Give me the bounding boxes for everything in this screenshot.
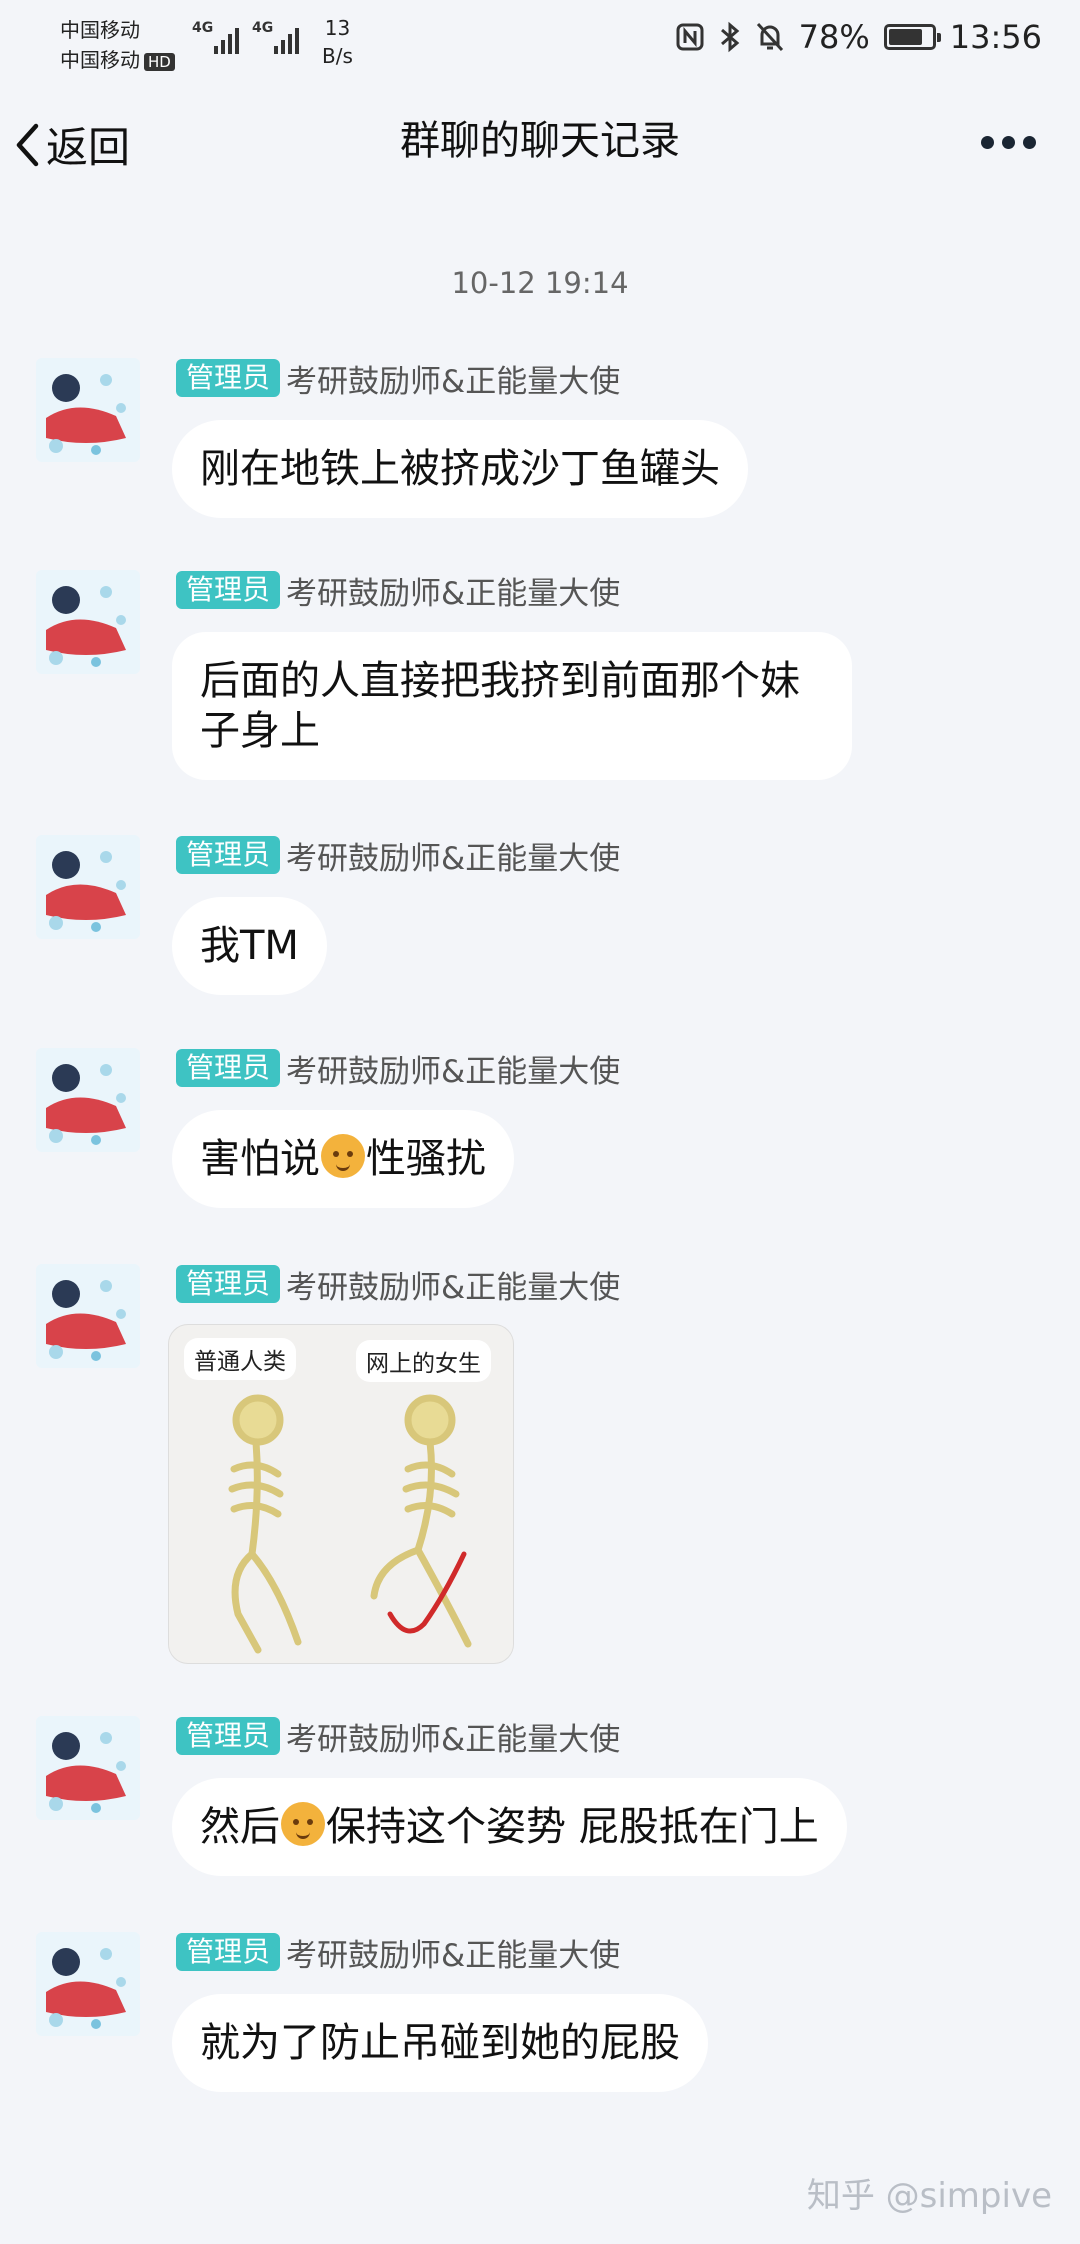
admin-badge: 管理员	[176, 1717, 281, 1755]
message-meta: 管理员 考研鼓励师&正能量大使	[176, 1716, 621, 1758]
sender-name: 考研鼓励师&正能量大使	[286, 840, 621, 877]
message-meta: 管理员 考研鼓励师&正能量大使	[176, 835, 621, 877]
title-bar: 返回 群聊的聊天记录	[0, 100, 1080, 190]
battery-icon	[883, 24, 941, 50]
admin-badge: 管理员	[176, 359, 281, 397]
message-bubble[interactable]: 就为了防止吊碰到她的屁股	[172, 1994, 708, 2092]
network-speed: 13 B/s	[322, 14, 353, 70]
avatar[interactable]	[36, 835, 140, 939]
bell-off-icon	[756, 22, 783, 52]
message-text-before: 然后	[200, 1804, 280, 1850]
message-meta: 管理员 考研鼓励师&正能量大使	[176, 1264, 621, 1306]
avatar[interactable]	[36, 1932, 140, 2036]
avatar[interactable]	[36, 358, 140, 462]
status-bar: 中国移动 中国移动 HD 4G 4G 13 B/s 78% 13:56	[0, 0, 1080, 78]
admin-badge: 管理员	[176, 1049, 281, 1087]
avatar[interactable]	[36, 1048, 140, 1152]
message-text-after: 保持这个姿势 屁股抵在门上	[326, 1804, 819, 1850]
face-emoji-icon	[321, 1134, 365, 1178]
carrier-2: 中国移动 HD	[60, 44, 175, 73]
face-emoji-icon	[281, 1802, 325, 1846]
message-meta: 管理员 考研鼓励师&正能量大使	[176, 1932, 621, 1974]
more-button[interactable]	[981, 136, 1036, 149]
admin-badge: 管理员	[176, 1265, 281, 1303]
message-bubble[interactable]: 害怕说 性骚扰	[172, 1110, 514, 1208]
avatar[interactable]	[36, 570, 140, 674]
hd-badge: HD	[144, 53, 175, 71]
message-text-before: 害怕说	[200, 1136, 320, 1182]
message-meta: 管理员 考研鼓励师&正能量大使	[176, 1048, 621, 1090]
network-speed-unit: B/s	[322, 44, 353, 68]
carrier-1: 中国移动	[60, 18, 140, 42]
nfc-icon	[676, 23, 704, 51]
message-bubble[interactable]: 我TM	[172, 897, 327, 995]
sender-name: 考研鼓励师&正能量大使	[286, 1269, 621, 1306]
meme-label-left: 普通人类	[184, 1338, 296, 1380]
admin-badge: 管理员	[176, 1933, 281, 1971]
admin-badge: 管理员	[176, 571, 281, 609]
clock: 13:56	[949, 18, 1042, 56]
network-type-1: 4G	[192, 20, 214, 36]
sender-name: 考研鼓励师&正能量大使	[286, 1721, 621, 1758]
watermark: 知乎 @simpive	[806, 2176, 1052, 2216]
meme-label-right: 网上的女生	[356, 1340, 491, 1382]
carrier-2-label: 中国移动	[60, 48, 140, 72]
battery-percent: 78%	[798, 18, 870, 56]
sender-name: 考研鼓励师&正能量大使	[286, 1937, 621, 1974]
sender-name: 考研鼓励师&正能量大使	[286, 575, 621, 612]
battery-fill	[888, 29, 922, 45]
status-icons: 78% 13:56	[675, 18, 1042, 56]
message-meta: 管理员 考研鼓励师&正能量大使	[176, 358, 621, 400]
message-meta: 管理员 考研鼓励师&正能量大使	[176, 570, 621, 612]
sender-name: 考研鼓励师&正能量大使	[286, 363, 621, 400]
bluetooth-icon	[720, 21, 739, 53]
more-dots-icon	[981, 136, 994, 149]
avatar[interactable]	[36, 1716, 140, 1820]
more-dot	[1023, 136, 1036, 149]
page-title: 群聊的聊天记录	[400, 118, 680, 164]
chat-timestamp: 10-12 19:14	[451, 266, 629, 300]
meme-image[interactable]: 普通人类 网上的女生	[168, 1324, 514, 1664]
avatar[interactable]	[36, 1264, 140, 1368]
message-bubble[interactable]: 后面的人直接把我挤到前面那个妹子身上	[172, 632, 852, 780]
message-bubble[interactable]: 刚在地铁上被挤成沙丁鱼罐头	[172, 420, 748, 518]
sender-name: 考研鼓励师&正能量大使	[286, 1053, 621, 1090]
message-text-after: 性骚扰	[366, 1136, 486, 1182]
network-speed-value: 13	[324, 16, 351, 40]
admin-badge: 管理员	[176, 836, 281, 874]
message-bubble[interactable]: 然后 保持这个姿势 屁股抵在门上	[172, 1778, 847, 1876]
network-type-2: 4G	[252, 20, 274, 36]
more-dot	[1002, 136, 1015, 149]
